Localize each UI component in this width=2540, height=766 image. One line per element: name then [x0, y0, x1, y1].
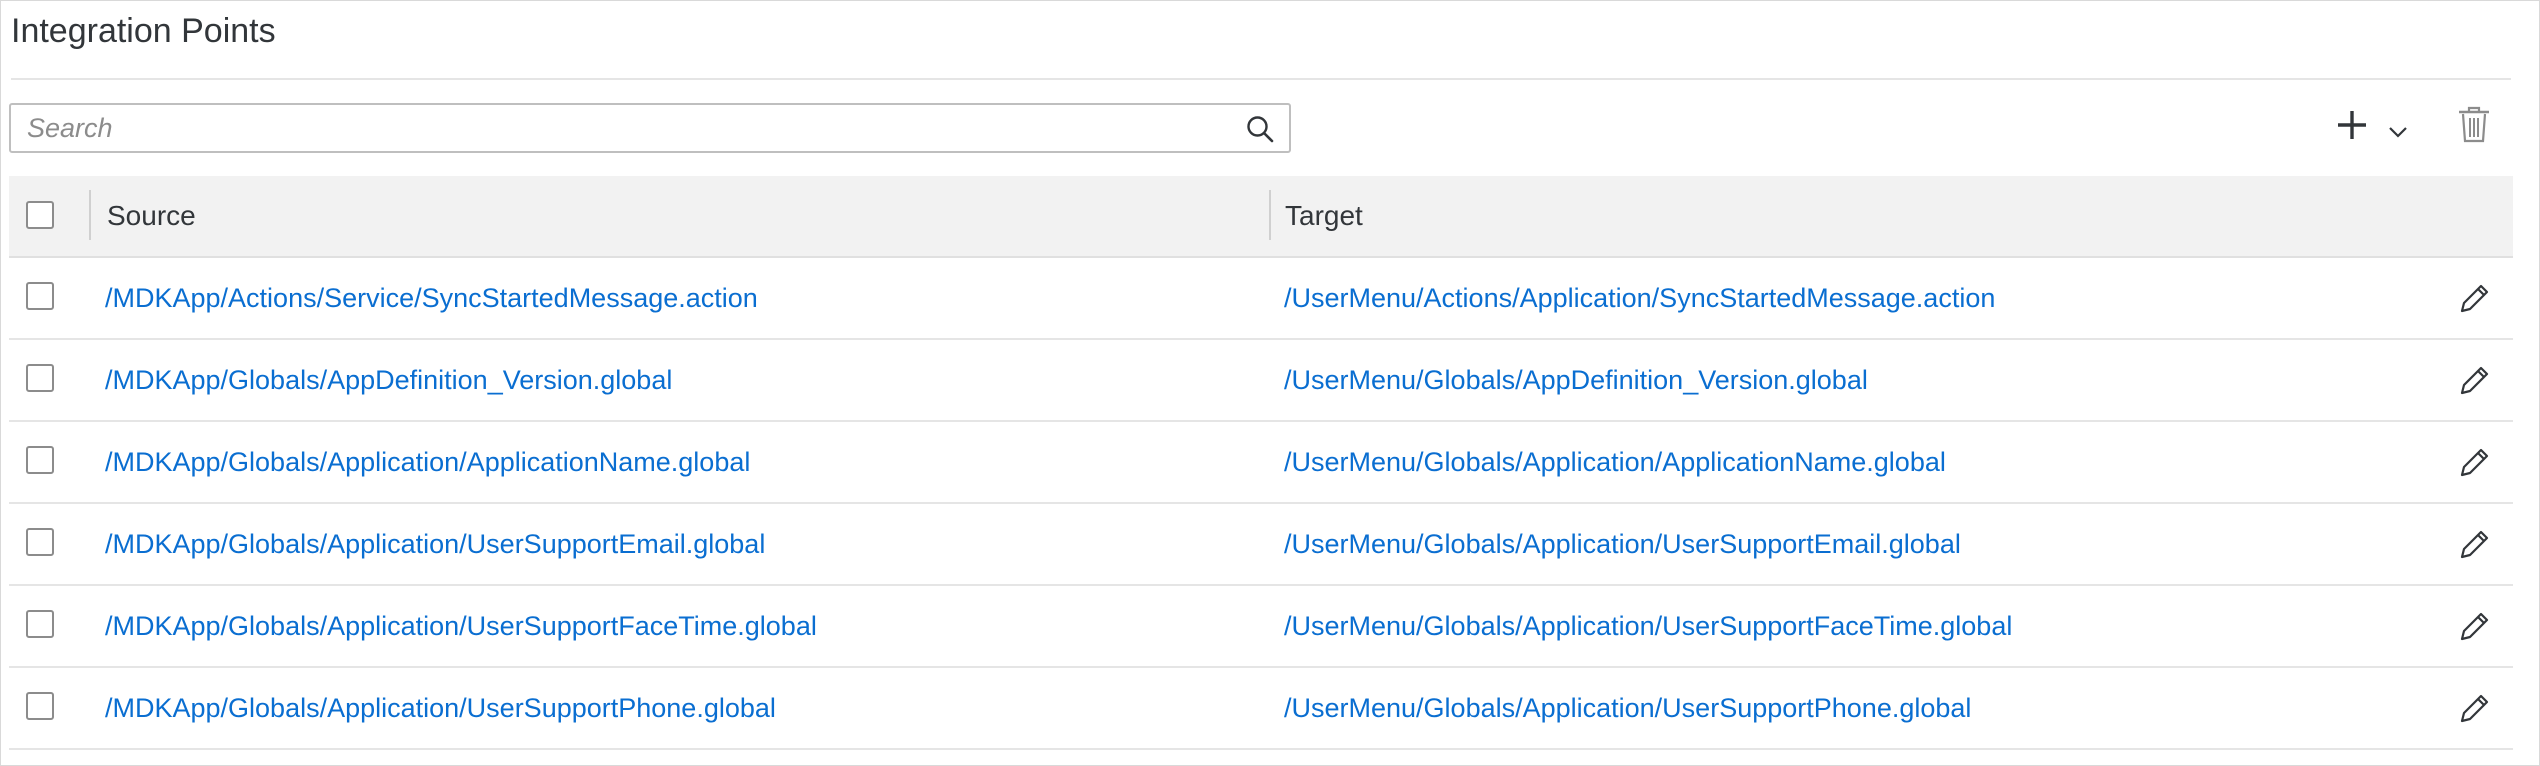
trash-icon: [2456, 106, 2492, 149]
row-checkbox[interactable]: [26, 528, 54, 556]
plus-icon: [2336, 109, 2368, 141]
source-link[interactable]: /MDKApp/Globals/Application/ApplicationN…: [105, 446, 750, 478]
search-icon[interactable]: [1245, 114, 1275, 144]
row-checkbox[interactable]: [26, 364, 54, 392]
chevron-down-icon[interactable]: [2388, 125, 2408, 139]
title-divider: [11, 78, 2511, 80]
target-link[interactable]: /UserMenu/Globals/Application/UserSuppor…: [1284, 528, 1961, 560]
row-checkbox[interactable]: [26, 692, 54, 720]
pencil-icon[interactable]: [2457, 362, 2493, 398]
pencil-icon[interactable]: [2457, 526, 2493, 562]
source-link[interactable]: /MDKApp/Globals/AppDefinition_Version.gl…: [105, 364, 672, 396]
search-input[interactable]: [11, 105, 1247, 151]
target-link[interactable]: /UserMenu/Globals/AppDefinition_Version.…: [1284, 364, 1868, 396]
delete-button[interactable]: [2456, 105, 2492, 145]
pencil-icon[interactable]: [2457, 444, 2493, 480]
pencil-icon[interactable]: [2457, 608, 2493, 644]
table-row[interactable]: /MDKApp/Globals/Application/UserSupportF…: [9, 586, 2513, 668]
column-separator: [89, 190, 91, 240]
integration-points-panel: Integration Points Search Source Target …: [0, 0, 2540, 766]
target-link[interactable]: /UserMenu/Globals/Application/UserSuppor…: [1284, 692, 1971, 724]
target-link[interactable]: /UserMenu/Globals/Application/UserSuppor…: [1284, 610, 2012, 642]
table-row[interactable]: /MDKApp/Globals/Application/ApplicationN…: [9, 422, 2513, 504]
page-title: Integration Points: [11, 12, 276, 50]
table-row[interactable]: /MDKApp/Actions/Service/SyncStartedMessa…: [9, 258, 2513, 340]
pencil-icon[interactable]: [2457, 690, 2493, 726]
integration-points-table: Source Target /MDKApp/Actions/Service/Sy…: [9, 176, 2513, 750]
table-header: Source Target: [9, 176, 2513, 258]
table-row[interactable]: /MDKApp/Globals/AppDefinition_Version.gl…: [9, 340, 2513, 422]
source-link[interactable]: /MDKApp/Globals/Application/UserSupportF…: [105, 610, 817, 642]
search-field[interactable]: [9, 103, 1291, 153]
row-checkbox[interactable]: [26, 446, 54, 474]
select-all-checkbox[interactable]: [26, 201, 54, 229]
column-header-target[interactable]: Target: [1285, 200, 1363, 232]
pencil-icon[interactable]: [2457, 280, 2493, 316]
column-separator: [1269, 190, 1271, 240]
row-checkbox[interactable]: [26, 610, 54, 638]
target-link[interactable]: /UserMenu/Globals/Application/Applicatio…: [1284, 446, 1946, 478]
column-header-source[interactable]: Source: [107, 200, 196, 232]
source-link[interactable]: /MDKApp/Actions/Service/SyncStartedMessa…: [105, 282, 758, 314]
source-link[interactable]: /MDKApp/Globals/Application/UserSupportP…: [105, 692, 776, 724]
source-link[interactable]: /MDKApp/Globals/Application/UserSupportE…: [105, 528, 765, 560]
row-checkbox[interactable]: [26, 282, 54, 310]
table-row[interactable]: /MDKApp/Globals/Application/UserSupportP…: [9, 668, 2513, 750]
target-link[interactable]: /UserMenu/Actions/Application/SyncStarte…: [1284, 282, 1995, 314]
add-button[interactable]: [2336, 105, 2416, 149]
table-row[interactable]: /MDKApp/Globals/Application/UserSupportE…: [9, 504, 2513, 586]
